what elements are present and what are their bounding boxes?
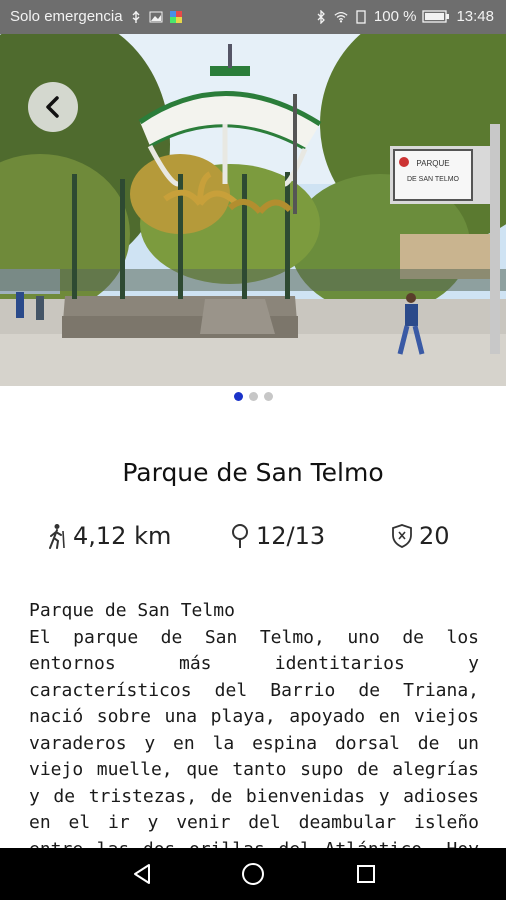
points-stat: 12/13 bbox=[230, 522, 325, 550]
score-stat: 20 bbox=[391, 522, 450, 550]
circle-home-icon bbox=[242, 863, 264, 885]
place-title: Parque de San Telmo bbox=[122, 458, 384, 487]
system-nav-bar bbox=[0, 848, 506, 900]
image-icon bbox=[149, 11, 163, 22]
place-photo[interactable]: PARQUE DE SAN TELMO bbox=[0, 34, 506, 386]
location-pin-icon bbox=[232, 524, 248, 548]
triangle-back-icon bbox=[134, 864, 150, 884]
nav-recents-button[interactable] bbox=[350, 858, 382, 890]
description-subtitle: Parque de San Telmo bbox=[29, 600, 235, 621]
page-dot-1[interactable] bbox=[233, 392, 243, 401]
gallery-pagination[interactable] bbox=[0, 392, 506, 401]
points-value: 12/13 bbox=[256, 522, 326, 550]
bluetooth-icon bbox=[317, 9, 325, 24]
distance-value: 4,12 km bbox=[73, 522, 172, 550]
shield-x-icon bbox=[392, 524, 412, 548]
status-bar: Solo emergencia 100 % 13:48 bbox=[0, 0, 506, 34]
page-dot-2[interactable] bbox=[248, 392, 258, 401]
battery-icon bbox=[422, 10, 450, 23]
score-value: 20 bbox=[419, 522, 450, 550]
sign-line1: PARQUE bbox=[416, 159, 449, 168]
battery-percent: 100 % bbox=[373, 8, 417, 25]
usb-icon bbox=[132, 10, 140, 23]
sign-line2: DE SAN TELMO bbox=[407, 176, 460, 183]
nav-home-button[interactable] bbox=[237, 858, 269, 890]
place-description: Parque de San Telmo El parque de San Tel… bbox=[29, 598, 479, 848]
back-button[interactable] bbox=[28, 82, 78, 132]
app-notification-icon bbox=[169, 10, 182, 23]
nav-back-button[interactable] bbox=[126, 858, 158, 890]
description-body: El parque de San Telmo, uno de los entor… bbox=[29, 626, 479, 849]
clock: 13:48 bbox=[456, 8, 494, 25]
wifi-icon bbox=[334, 11, 348, 23]
park-illustration: PARQUE DE SAN TELMO bbox=[0, 34, 506, 386]
page-dot-3[interactable] bbox=[263, 392, 273, 401]
chevron-left-icon bbox=[46, 96, 59, 118]
stats-row: 4,12 km 12/13 20 bbox=[0, 522, 506, 556]
square-recents-icon bbox=[357, 865, 375, 883]
hiker-icon bbox=[49, 524, 65, 549]
distance-stat: 4,12 km bbox=[45, 522, 171, 550]
carrier-label: Solo emergencia bbox=[10, 8, 123, 25]
sim-icon bbox=[356, 9, 366, 24]
